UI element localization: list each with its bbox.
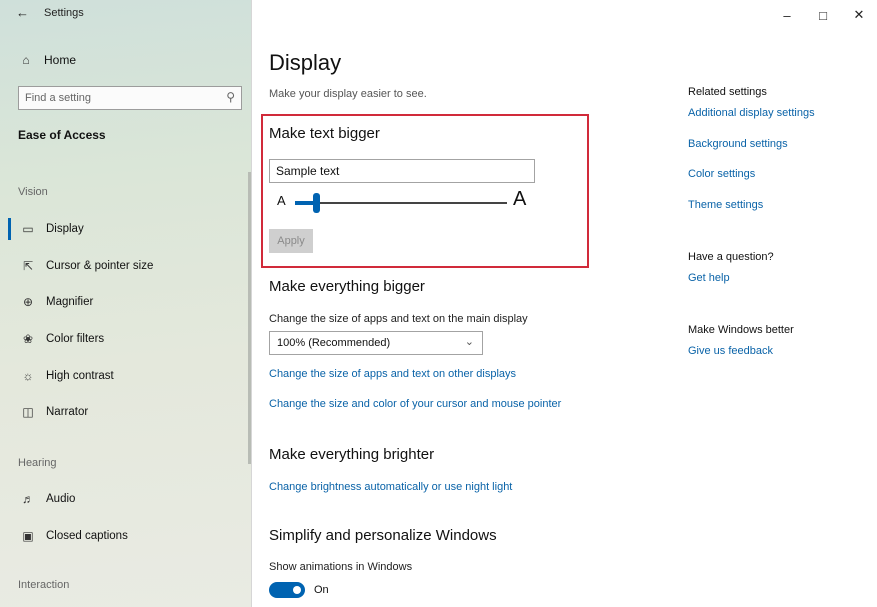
additional-display-link[interactable]: Additional display settings xyxy=(688,107,815,119)
simplify-heading: Simplify and personalize Windows xyxy=(269,527,497,544)
cursor-icon: ⇱ xyxy=(22,259,34,273)
home-icon: ⌂ xyxy=(22,53,30,67)
apply-button[interactable]: Apply xyxy=(269,229,313,253)
search-input[interactable]: Find a setting ⚲ xyxy=(18,86,242,110)
related-heading: Related settings xyxy=(688,86,767,98)
nav-home[interactable]: ⌂ Home xyxy=(18,53,76,67)
color-filter-icon: ❀ xyxy=(22,332,34,346)
small-a-label: A xyxy=(277,193,286,208)
scale-dropdown-value: 100% (Recommended) xyxy=(277,337,391,349)
scale-label: Change the size of apps and text on the … xyxy=(269,313,528,325)
slider-thumb[interactable] xyxy=(313,193,321,213)
sidebar-item-audio[interactable]: ♬ Audio xyxy=(20,492,75,506)
speaker-icon: ♬ xyxy=(22,492,34,506)
group-label-hearing: Hearing xyxy=(18,457,57,469)
sidebar-item-label: Audio xyxy=(46,493,76,505)
sidebar-scrollbar[interactable] xyxy=(248,172,251,464)
magnifier-icon: ⊕ xyxy=(22,295,34,309)
animations-toggle[interactable] xyxy=(269,582,305,598)
cc-icon: ▣ xyxy=(22,529,34,543)
minimize-icon[interactable]: – xyxy=(769,0,805,30)
group-label-interaction: Interaction xyxy=(18,579,70,591)
everything-bigger-heading: Make everything bigger xyxy=(269,278,425,295)
sidebar-item-high-contrast[interactable]: ☼ High contrast xyxy=(20,369,114,383)
back-arrow-icon[interactable]: ← xyxy=(16,5,29,20)
window-controls: – □ ✕ xyxy=(769,0,877,30)
scale-dropdown[interactable]: 100% (Recommended) ⌄ xyxy=(269,331,483,355)
sidebar: ← Settings ⌂ Home Find a setting ⚲ Ease … xyxy=(0,0,252,607)
better-heading: Make Windows better xyxy=(688,324,794,336)
question-heading: Have a question? xyxy=(688,251,774,263)
feedback-link[interactable]: Give us feedback xyxy=(688,345,773,357)
contrast-icon: ☼ xyxy=(22,369,34,383)
sidebar-item-label: Cursor & pointer size xyxy=(46,260,154,272)
monitor-icon: ▭ xyxy=(22,222,34,236)
sidebar-item-label: Narrator xyxy=(46,406,89,418)
sidebar-item-display[interactable]: ▭ Display xyxy=(8,218,84,240)
sidebar-item-magnifier[interactable]: ⊕ Magnifier xyxy=(20,295,93,309)
sidebar-item-label: Closed captions xyxy=(46,530,128,542)
toggle-state: On xyxy=(314,584,329,596)
theme-link[interactable]: Theme settings xyxy=(688,199,763,211)
main-content: – □ ✕ Display Make your display easier t… xyxy=(253,0,877,607)
sidebar-item-narrator[interactable]: ◫ Narrator xyxy=(20,405,88,419)
sidebar-item-cursor[interactable]: ⇱ Cursor & pointer size xyxy=(20,259,153,273)
sidebar-item-label: Display xyxy=(46,223,84,235)
brighter-heading: Make everything brighter xyxy=(269,446,435,463)
app-title: Settings xyxy=(44,7,84,19)
big-a-label: A xyxy=(513,188,527,210)
other-displays-link[interactable]: Change the size of apps and text on othe… xyxy=(269,368,516,380)
night-light-link[interactable]: Change brightness automatically or use n… xyxy=(269,481,512,493)
sidebar-item-color-filters[interactable]: ❀ Color filters xyxy=(20,332,104,346)
search-icon[interactable]: ⚲ xyxy=(226,90,235,104)
sample-text-field[interactable]: Sample text xyxy=(269,159,535,183)
sidebar-item-label: Magnifier xyxy=(46,296,94,308)
toggle-knob xyxy=(293,586,301,594)
animations-label: Show animations in Windows xyxy=(269,561,413,573)
sidebar-item-label: High contrast xyxy=(46,370,114,382)
narrator-icon: ◫ xyxy=(22,405,34,419)
page-subtitle: Make your display easier to see. xyxy=(269,88,427,100)
sidebar-item-closed-captions[interactable]: ▣ Closed captions xyxy=(20,529,128,543)
group-label-vision: Vision xyxy=(18,186,48,198)
text-bigger-heading: Make text bigger xyxy=(269,125,380,142)
cursor-settings-link[interactable]: Change the size and color of your cursor… xyxy=(269,398,561,410)
chevron-down-icon: ⌄ xyxy=(464,336,474,348)
text-size-slider[interactable] xyxy=(295,202,507,204)
nav-home-label: Home xyxy=(44,53,77,67)
background-link[interactable]: Background settings xyxy=(688,138,788,150)
color-link[interactable]: Color settings xyxy=(688,168,755,180)
close-icon[interactable]: ✕ xyxy=(841,0,877,30)
search-placeholder: Find a setting xyxy=(25,92,92,104)
page-title: Display xyxy=(269,50,342,75)
get-help-link[interactable]: Get help xyxy=(688,272,730,284)
sidebar-item-label: Color filters xyxy=(46,333,105,345)
section-heading: Ease of Access xyxy=(18,128,106,142)
maximize-icon[interactable]: □ xyxy=(805,0,841,30)
